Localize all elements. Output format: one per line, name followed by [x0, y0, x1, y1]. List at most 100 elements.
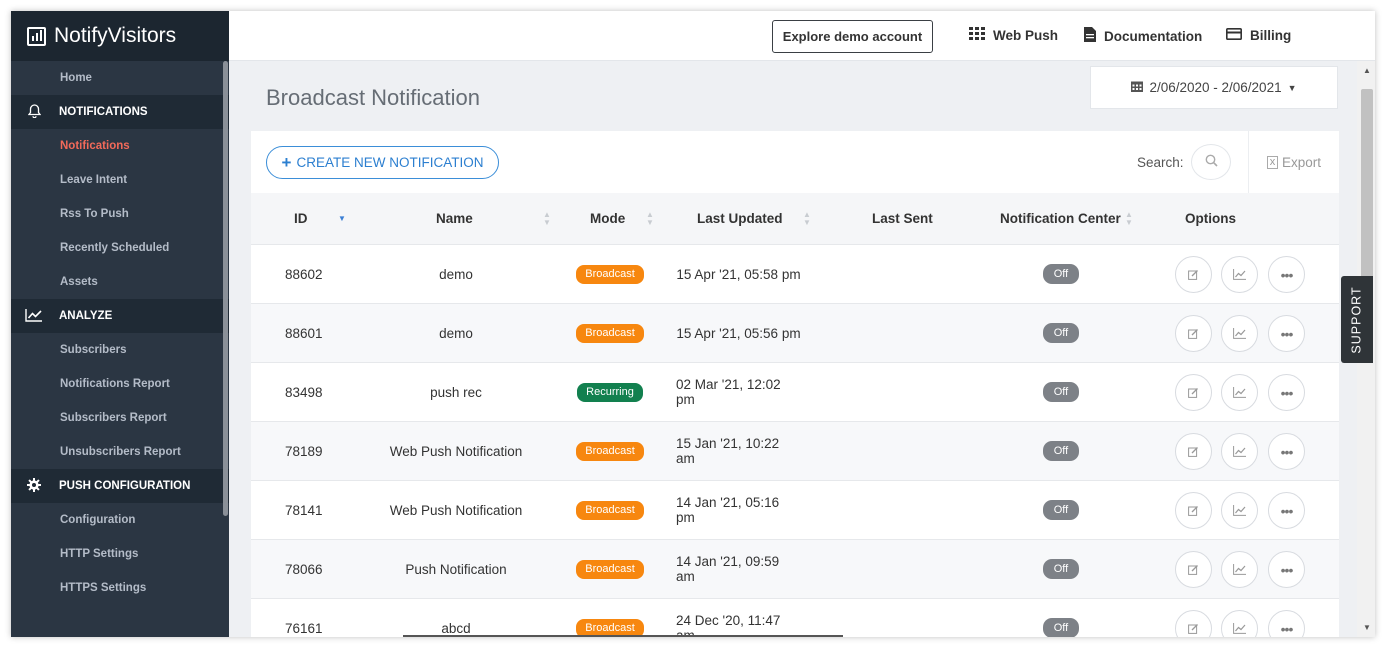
sort-icon[interactable]: ▲ ▼ — [803, 211, 811, 227]
billing-link[interactable]: Billing — [1226, 27, 1291, 43]
cell-id: 78066 — [285, 561, 323, 577]
sidebar-scrollbar[interactable] — [223, 61, 228, 516]
table-row: 78189 Web Push Notification Broadcast 15 Ja… — [251, 421, 1339, 480]
mode-badge: Broadcast — [576, 500, 644, 520]
search-button[interactable] — [1191, 144, 1231, 180]
cell-last-updated: 24 Dec '20, 11:47 am — [676, 613, 781, 637]
cell-id: 88602 — [285, 266, 323, 282]
documentation-link[interactable]: Documentation — [1084, 27, 1202, 45]
support-tab[interactable]: SUPPORT — [1341, 276, 1373, 363]
horizontal-scrollbar[interactable] — [403, 635, 843, 637]
stats-button[interactable] — [1221, 492, 1258, 529]
sidebar-item-assets[interactable]: Assets — [11, 265, 229, 299]
cell-last-updated: 14 Jan '21, 09:59 am — [676, 554, 780, 584]
table-row: 83498 push rec Recurring 02 Mar '21, 12:02 … — [251, 362, 1339, 421]
create-notification-label: CREATE NEW NOTIFICATION — [296, 155, 484, 170]
stats-button[interactable] — [1221, 610, 1258, 637]
export-button[interactable]: x Export — [1248, 131, 1339, 193]
column-header-name[interactable]: Name — [436, 193, 473, 244]
edit-button[interactable] — [1175, 256, 1212, 293]
more-options-button[interactable]: ••• — [1268, 551, 1305, 588]
cell-mode: Broadcast — [575, 422, 645, 480]
edit-button[interactable] — [1175, 433, 1212, 470]
edit-icon — [1188, 564, 1199, 575]
sidebar-item-leave-intent[interactable]: Leave Intent — [11, 163, 229, 197]
column-header-last-updated[interactable]: Last Updated — [697, 193, 783, 244]
sidebar-item-subscribers-report[interactable]: Subscribers Report — [11, 401, 229, 435]
column-header-last-sent[interactable]: Last Sent — [872, 193, 933, 244]
sidebar-section-notifications[interactable]: NOTIFICATIONS — [11, 95, 229, 129]
brand-logo[interactable]: NotifyVisitors — [11, 11, 229, 61]
cell-mode: Broadcast — [575, 599, 645, 637]
analytics-logo-icon — [27, 26, 46, 46]
sidebar-item-https-settings[interactable]: HTTPS Settings — [11, 571, 229, 605]
edit-icon — [1188, 623, 1199, 634]
sidebar-item-label: Leave Intent — [60, 174, 128, 186]
notification-center-toggle[interactable]: Off — [1043, 618, 1079, 637]
sidebar-item-label: Unsubscribers Report — [60, 446, 181, 458]
more-options-button[interactable]: ••• — [1268, 433, 1305, 470]
edit-button[interactable] — [1175, 610, 1212, 637]
stats-chart-icon — [1233, 387, 1246, 398]
sidebar-section-analyze[interactable]: ANALYZE — [11, 299, 229, 333]
cell-mode: Broadcast — [575, 304, 645, 362]
stats-button[interactable] — [1221, 315, 1258, 352]
notification-center-toggle[interactable]: Off — [1043, 500, 1079, 520]
edit-button[interactable] — [1175, 315, 1212, 352]
more-options-button[interactable]: ••• — [1268, 256, 1305, 293]
sidebar-item-notifications[interactable]: Notifications — [11, 129, 229, 163]
scroll-down-arrow-icon[interactable]: ▼ — [1363, 623, 1371, 632]
sidebar-item-recently-scheduled[interactable]: Recently Scheduled — [11, 231, 229, 265]
sort-desc-icon[interactable]: ▼ — [338, 215, 346, 223]
edit-button[interactable] — [1175, 374, 1212, 411]
more-options-button[interactable]: ••• — [1268, 492, 1305, 529]
cell-mode: Broadcast — [575, 481, 645, 539]
stats-button[interactable] — [1221, 256, 1258, 293]
cell-name: push rec — [430, 384, 482, 400]
more-dots-icon: ••• — [1280, 561, 1294, 578]
stats-button[interactable] — [1221, 374, 1258, 411]
column-header-id[interactable]: ID — [294, 193, 308, 244]
sidebar-item-label: HTTP Settings — [60, 548, 139, 560]
notification-center-toggle[interactable]: Off — [1043, 323, 1079, 343]
sidebar-item-notifications-report[interactable]: Notifications Report — [11, 367, 229, 401]
column-header-mode[interactable]: Mode — [590, 193, 625, 244]
notification-center-toggle[interactable]: Off — [1043, 382, 1079, 402]
top-header: Explore demo account Web Push Documentat… — [229, 11, 1375, 61]
sidebar-item-subscribers[interactable]: Subscribers — [11, 333, 229, 367]
sidebar-item-home[interactable]: Home — [11, 61, 229, 95]
sidebar-item-http-settings[interactable]: HTTP Settings — [11, 537, 229, 571]
notification-center-toggle[interactable]: Off — [1043, 441, 1079, 461]
sort-icon[interactable]: ▲ ▼ — [646, 211, 654, 227]
edit-button[interactable] — [1175, 492, 1212, 529]
scroll-up-arrow-icon[interactable]: ▲ — [1363, 66, 1371, 75]
mode-badge: Recurring — [577, 382, 643, 402]
edit-button[interactable] — [1175, 551, 1212, 588]
cell-notification-center: Off — [1041, 540, 1081, 598]
create-notification-button[interactable]: + CREATE NEW NOTIFICATION — [266, 146, 499, 179]
more-options-button[interactable]: ••• — [1268, 610, 1305, 637]
sidebar-item-rss-to-push[interactable]: Rss To Push — [11, 197, 229, 231]
sidebar-item-unsubscribers-report[interactable]: Unsubscribers Report — [11, 435, 229, 469]
explore-demo-button[interactable]: Explore demo account — [772, 20, 933, 53]
sidebar-item-configuration[interactable]: Configuration — [11, 503, 229, 537]
more-options-button[interactable]: ••• — [1268, 374, 1305, 411]
cell-id: 88601 — [285, 325, 323, 341]
notification-center-toggle[interactable]: Off — [1043, 264, 1079, 284]
stats-button[interactable] — [1221, 433, 1258, 470]
sort-icon[interactable]: ▲ ▼ — [543, 211, 551, 227]
web-push-link[interactable]: Web Push — [969, 27, 1058, 43]
cell-last-updated: 02 Mar '21, 12:02 pm — [676, 377, 781, 407]
sidebar-section-push-configuration[interactable]: PUSH CONFIGURATION — [11, 469, 229, 503]
column-header-notification-center[interactable]: Notification Center — [1000, 193, 1121, 244]
cell-notification-center: Off — [1041, 599, 1081, 637]
date-range-picker[interactable]: 2/06/2020 - 2/06/2021 ▼ — [1090, 66, 1338, 109]
notifications-panel: + CREATE NEW NOTIFICATION Search: x Expo… — [251, 131, 1339, 637]
mode-badge: Broadcast — [576, 441, 644, 461]
chart-line-icon — [25, 308, 43, 325]
stats-button[interactable] — [1221, 551, 1258, 588]
sort-icon[interactable]: ▲ ▼ — [1125, 211, 1133, 227]
notification-center-toggle[interactable]: Off — [1043, 559, 1079, 579]
cell-name: Web Push Notification — [389, 502, 523, 518]
more-options-button[interactable]: ••• — [1268, 315, 1305, 352]
